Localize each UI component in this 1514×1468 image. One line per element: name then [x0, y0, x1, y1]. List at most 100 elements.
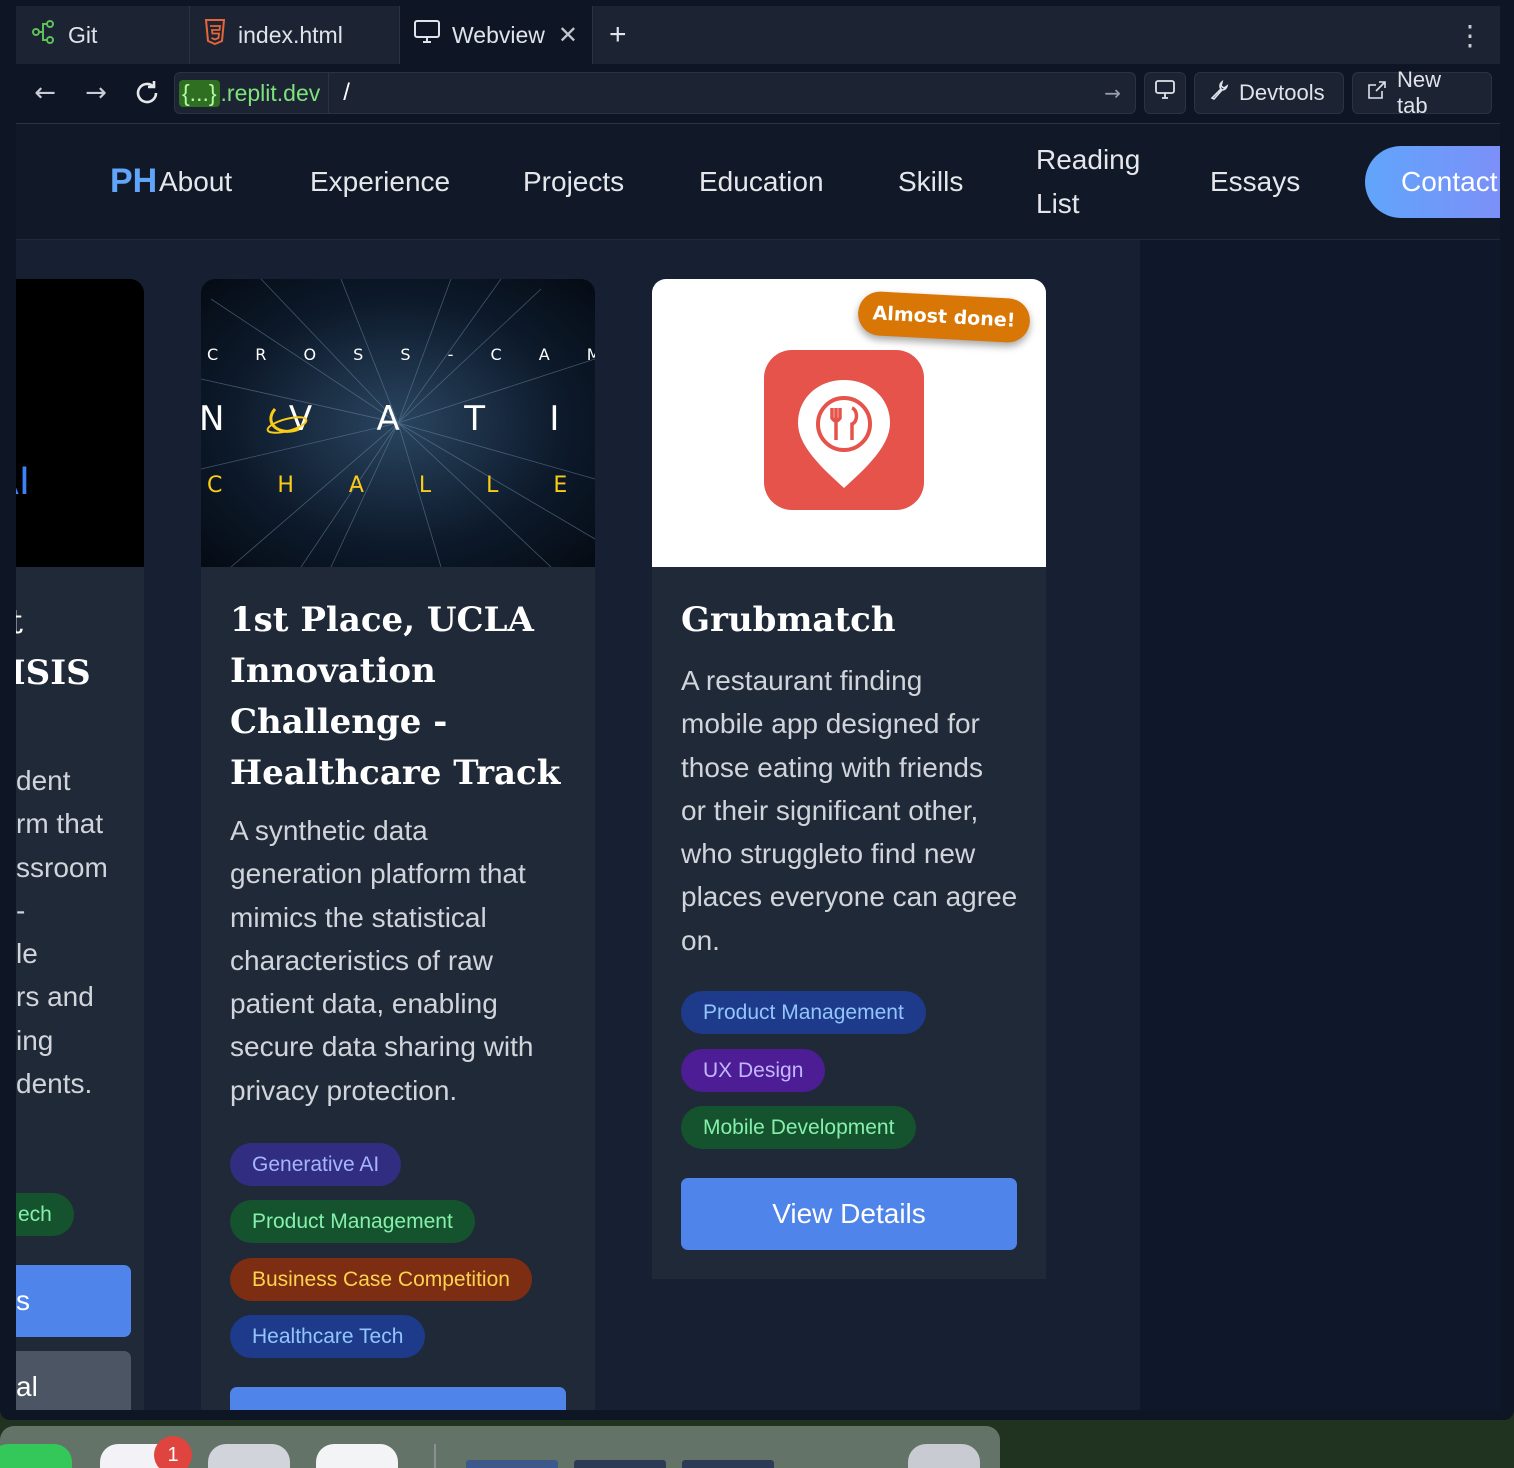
page-background — [1140, 240, 1500, 1410]
open-new-tab-button[interactable]: New tab — [1352, 67, 1492, 118]
image-text-cross-campus: C R O S S - C A M P U S — [207, 345, 595, 364]
desc-line: mimics the statistical — [230, 901, 487, 933]
nav-essays[interactable]: Essays — [1210, 160, 1300, 204]
close-tab-icon[interactable]: ✕ — [558, 21, 578, 50]
view-details-button[interactable]: s — [16, 1265, 131, 1337]
nav-skills[interactable]: Skills — [898, 160, 963, 204]
desc-line: rm that — [16, 808, 104, 840]
wrench-icon — [1209, 80, 1229, 106]
title-line: Healthcare Track — [230, 753, 561, 793]
image-text: ɅI — [16, 459, 30, 503]
tag-generative-ai: Generative AI — [230, 1143, 402, 1186]
messages-app-icon[interactable] — [0, 1444, 72, 1468]
new-tab-label: New tab — [1397, 67, 1442, 118]
project-image-innovation-challenge: C R O S S - C A M P U S N V A T I C H A … — [201, 279, 595, 568]
nav-reading-list-line2[interactable]: List — [1036, 182, 1080, 226]
desc-line: A restaurant finding — [681, 665, 923, 696]
url-divider — [328, 72, 330, 114]
project-description: dent rm that ssroom - le rs and ing dent… — [16, 759, 144, 1105]
tag-ux-design: UX Design — [681, 1049, 826, 1092]
app-icon[interactable] — [316, 1444, 398, 1468]
nav-education[interactable]: Education — [699, 160, 824, 204]
project-card-ucla: C R O S S - C A M P U S N V A T I C H A … — [201, 279, 595, 1410]
project-title: Grubmatch — [681, 600, 896, 640]
secondary-button[interactable]: al — [16, 1351, 131, 1410]
grubmatch-app-icon — [764, 350, 924, 510]
desc-line: secure data sharing with — [230, 1031, 534, 1063]
orbit-logo-icon — [266, 408, 308, 434]
desc-line: privacy protection. — [230, 1074, 458, 1106]
settings-app-icon[interactable] — [208, 1444, 290, 1468]
desc-line: dents. — [16, 1068, 93, 1100]
title-line: Challenge - — [230, 702, 448, 742]
contact-button[interactable]: Contact — [1365, 146, 1500, 218]
tag-mobile-development: Mobile Development — [681, 1106, 917, 1149]
trash-icon[interactable] — [908, 1444, 980, 1468]
desc-line: le — [16, 938, 38, 970]
desc-line: characteristics of raw — [230, 944, 493, 976]
desc-line: ssroom — [16, 851, 108, 883]
git-branch-icon — [30, 19, 56, 51]
back-arrow-icon[interactable]: ← — [28, 76, 62, 110]
view-details-button[interactable]: View Details — [681, 1178, 1017, 1250]
tab-label: Webview — [452, 21, 545, 48]
site-logo[interactable]: PH — [110, 162, 157, 201]
tag-product-management: Product Management — [230, 1200, 475, 1243]
project-title: 1st Place, UCLA Innovation Challenge - H… — [230, 595, 570, 799]
window-thumbnail[interactable] — [466, 1460, 558, 1468]
forward-arrow-icon[interactable]: → — [79, 76, 113, 110]
title-line: st — [16, 597, 108, 648]
title-line: Innovation — [230, 651, 436, 691]
desc-line: ing — [16, 1024, 54, 1056]
project-title: st MSIS — [16, 597, 108, 699]
notification-badge: 1 — [154, 1436, 192, 1468]
desc-line: places everyone can agree — [681, 881, 1018, 913]
desc-line: on. — [681, 924, 720, 956]
tab-index-html[interactable]: index.html — [190, 6, 400, 64]
tab-webview[interactable]: Webview ✕ — [400, 6, 593, 64]
nav-experience[interactable]: Experience — [310, 160, 450, 204]
tag-product-management: Product Management — [681, 991, 926, 1034]
external-link-icon — [1367, 80, 1387, 106]
tag-healthcare-tech: Healthcare Tech — [230, 1315, 426, 1358]
view-details-button[interactable] — [230, 1387, 566, 1410]
tab-git[interactable]: Git — [16, 6, 190, 64]
desc-line: who struggleto find new — [681, 838, 976, 870]
ide-window: Git index.html Webview ✕ + ⋮ ← → {...} . — [0, 0, 1514, 1420]
url-toolbar: ← → {...} .replit.dev / → Devtools New t… — [16, 64, 1500, 124]
url-path: / — [343, 79, 350, 106]
nav-about[interactable]: About — [159, 160, 232, 204]
tag: ech — [16, 1193, 74, 1236]
device-preview-button[interactable] — [1144, 72, 1186, 114]
reload-icon[interactable] — [130, 76, 164, 110]
devtools-button[interactable]: Devtools — [1194, 72, 1344, 114]
url-host-brace: {...} — [179, 79, 220, 107]
url-host-domain: .replit.dev — [220, 79, 321, 106]
monitor-icon — [1155, 80, 1175, 106]
title-line: 1st Place, UCLA — [230, 600, 534, 640]
desc-line: rs and — [16, 981, 94, 1013]
desc-line: patient data, enabling — [230, 988, 498, 1020]
window-thumbnail[interactable] — [574, 1460, 666, 1468]
title-line: MSIS — [16, 653, 91, 693]
new-tab-plus-icon[interactable]: + — [593, 6, 643, 64]
nav-reading-list-line1[interactable]: Reading — [1036, 138, 1140, 182]
image-text-challenge: C H A L L E N G E — [207, 473, 595, 498]
window-thumbnail[interactable] — [682, 1460, 774, 1468]
project-card-left: ɅI st MSIS dent rm that ssroom - le rs a… — [16, 279, 144, 1410]
desc-line: dent — [16, 765, 71, 796]
restaurant-pin-icon — [798, 380, 890, 488]
tab-label: Git — [68, 21, 98, 48]
project-card-grubmatch: Almost done! Grubmatch A restaurant find… — [652, 279, 1046, 1279]
url-host: {...} .replit.dev — [179, 79, 321, 107]
nav-projects[interactable]: Projects — [523, 160, 624, 204]
html5-icon — [204, 19, 226, 51]
project-image: ɅI — [16, 279, 144, 567]
image-text-innovation: N V A T I — [201, 399, 568, 439]
go-arrow-icon[interactable]: → — [1104, 81, 1121, 105]
desc-line: or their significant other, — [681, 794, 979, 826]
site-navbar: PH About Experience Projects Education S… — [16, 124, 1500, 240]
url-input[interactable]: {...} .replit.dev / → — [174, 72, 1136, 114]
kebab-menu-icon[interactable]: ⋮ — [1440, 6, 1500, 64]
tag-business-case-competition: Business Case Competition — [230, 1258, 532, 1301]
